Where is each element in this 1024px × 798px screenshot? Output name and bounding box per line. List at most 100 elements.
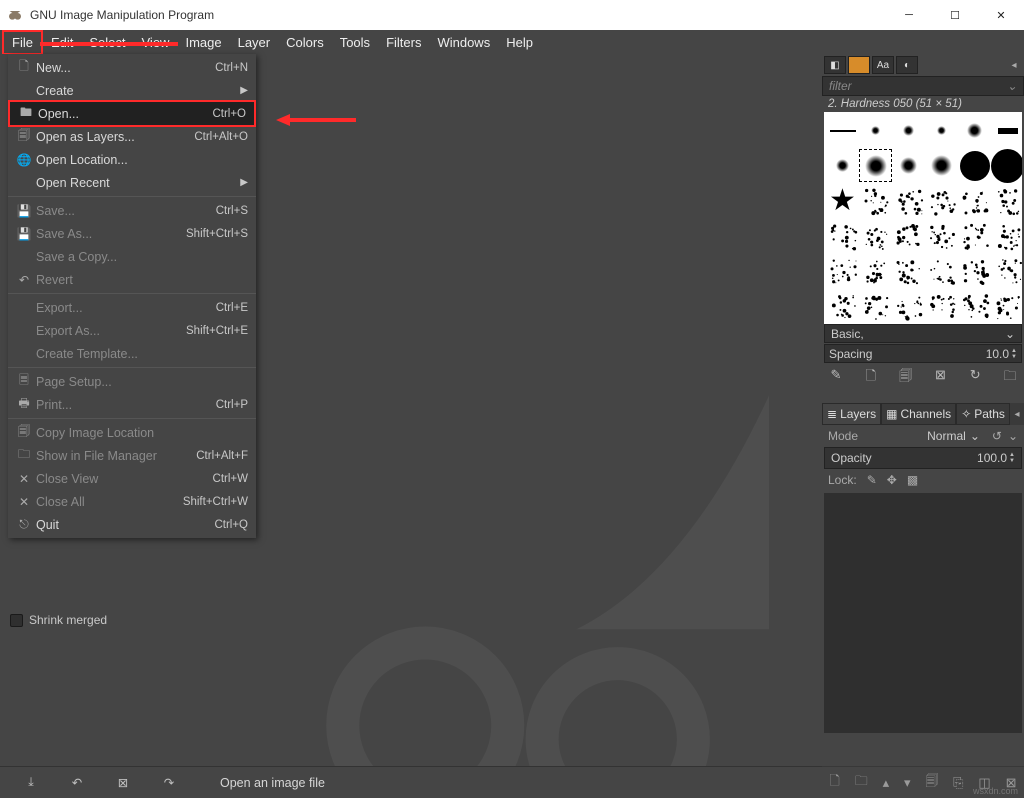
- menu-item-export-as[interactable]: Export As...Shift+Ctrl+E: [8, 319, 256, 342]
- brush-thumbnail[interactable]: [826, 114, 859, 147]
- new-layer-icon[interactable]: 🗋: [829, 772, 839, 794]
- brush-thumbnail[interactable]: [859, 254, 892, 287]
- menu-filters[interactable]: Filters: [378, 32, 429, 53]
- lock-alpha-icon[interactable]: ▩: [907, 473, 918, 487]
- menu-item-open[interactable]: 🖿Open...Ctrl+O: [8, 100, 256, 127]
- raise-layer-icon[interactable]: ▴: [883, 775, 890, 791]
- menu-item-save[interactable]: 💾Save...Ctrl+S: [8, 199, 256, 222]
- brush-thumbnail[interactable]: [859, 289, 892, 322]
- undo-icon[interactable]: ↶: [66, 772, 88, 794]
- menu-item-open-recent[interactable]: Open Recent▶: [8, 171, 256, 194]
- tab-patterns-icon[interactable]: [848, 56, 870, 74]
- menu-item-revert[interactable]: ↶Revert: [8, 268, 256, 291]
- spacing-stepper[interactable]: ▲▼: [1011, 348, 1017, 360]
- menu-file[interactable]: File: [2, 30, 43, 55]
- new-brush-icon[interactable]: 🗋: [863, 367, 879, 389]
- brush-preset-select[interactable]: Basic, ⌄: [824, 324, 1022, 343]
- menu-item-export[interactable]: Export...Ctrl+E: [8, 296, 256, 319]
- brush-thumbnail[interactable]: [925, 114, 958, 147]
- brush-thumbnail[interactable]: [892, 289, 925, 322]
- tab-channels[interactable]: ▦Channels: [881, 403, 956, 425]
- layers-list[interactable]: [824, 493, 1022, 733]
- brush-thumbnail[interactable]: [991, 149, 1022, 182]
- close-button[interactable]: ✕: [978, 0, 1024, 30]
- menu-layer[interactable]: Layer: [230, 32, 279, 53]
- chevron-down-icon[interactable]: ⌄: [1008, 429, 1018, 443]
- shrink-merged-checkbox[interactable]: [10, 614, 23, 627]
- lock-pixels-icon[interactable]: ✎: [867, 473, 877, 487]
- menu-item-close-view[interactable]: ✕Close ViewCtrl+W: [8, 467, 256, 490]
- mode-select[interactable]: Normal⌄: [927, 429, 980, 443]
- redo-icon[interactable]: ↷: [158, 772, 180, 794]
- brush-thumbnail[interactable]: [958, 149, 991, 182]
- brush-thumbnail[interactable]: [826, 254, 859, 287]
- menu-tools[interactable]: Tools: [332, 32, 378, 53]
- spacing-control[interactable]: Spacing 10.0▲▼: [824, 344, 1022, 363]
- brush-thumbnail[interactable]: [892, 254, 925, 287]
- mode-reset-icon[interactable]: ↺: [992, 429, 1002, 443]
- tab-history-icon[interactable]: ◐: [896, 56, 918, 74]
- menu-item-save-as[interactable]: 💾Save As...Shift+Ctrl+S: [8, 222, 256, 245]
- menu-windows[interactable]: Windows: [429, 32, 498, 53]
- delete-icon[interactable]: ⊠: [112, 772, 134, 794]
- brush-thumbnail[interactable]: [991, 289, 1022, 322]
- brush-thumbnail[interactable]: [859, 219, 892, 252]
- menu-item-print[interactable]: 🖶Print...Ctrl+P: [8, 393, 256, 416]
- menu-item-page-setup[interactable]: 🗏Page Setup...: [8, 370, 256, 393]
- brush-thumbnail[interactable]: [925, 184, 958, 217]
- menu-item-quit[interactable]: ⎋QuitCtrl+Q: [8, 513, 256, 536]
- brush-thumbnail[interactable]: [826, 149, 859, 182]
- brush-thumbnail[interactable]: [958, 219, 991, 252]
- brush-thumbnail[interactable]: [859, 184, 892, 217]
- brush-thumbnail[interactable]: [859, 149, 892, 182]
- brush-thumbnail[interactable]: [925, 254, 958, 287]
- brush-thumbnail[interactable]: [859, 114, 892, 147]
- menu-item-close-all[interactable]: ✕Close AllShift+Ctrl+W: [8, 490, 256, 513]
- menu-item-open-location[interactable]: 🌐Open Location...: [8, 148, 256, 171]
- menu-help[interactable]: Help: [498, 32, 541, 53]
- menu-colors[interactable]: Colors: [278, 32, 332, 53]
- menu-item-copy-image-location[interactable]: 🗐Copy Image Location: [8, 421, 256, 444]
- brush-thumbnail[interactable]: [892, 114, 925, 147]
- duplicate-layer-icon[interactable]: 🗐: [925, 772, 938, 794]
- refresh-brush-icon[interactable]: ↻: [967, 367, 983, 389]
- brush-thumbnail[interactable]: [826, 289, 859, 322]
- edit-brush-icon[interactable]: ✎: [828, 367, 844, 389]
- duplicate-brush-icon[interactable]: 🗐: [898, 367, 914, 389]
- open-brush-folder-icon[interactable]: 🗀: [1002, 367, 1018, 389]
- brush-thumbnail[interactable]: [925, 149, 958, 182]
- filter-input[interactable]: filter ⌄: [822, 76, 1024, 96]
- lock-position-icon[interactable]: ✥: [887, 473, 897, 487]
- brush-thumbnail[interactable]: [925, 219, 958, 252]
- new-group-icon[interactable]: 🗀: [855, 772, 868, 794]
- brush-thumbnail[interactable]: [892, 149, 925, 182]
- maximize-button[interactable]: ☐: [932, 0, 978, 30]
- tab-paths[interactable]: ✧Paths: [956, 403, 1010, 425]
- menu-item-create-template[interactable]: Create Template...: [8, 342, 256, 365]
- brush-thumbnail[interactable]: [892, 219, 925, 252]
- tab-layers[interactable]: ≣Layers: [822, 403, 881, 425]
- brush-thumbnail[interactable]: [991, 219, 1022, 252]
- brush-grid[interactable]: ★: [824, 112, 1022, 324]
- menu-item-save-a-copy[interactable]: Save a Copy...: [8, 245, 256, 268]
- brush-thumbnail[interactable]: ★: [826, 184, 859, 217]
- lower-layer-icon[interactable]: ▾: [904, 775, 911, 791]
- bottom-icon-1[interactable]: ⤓: [20, 772, 42, 794]
- menu-item-create[interactable]: Create▶: [8, 79, 256, 102]
- brush-thumbnail[interactable]: [991, 114, 1022, 147]
- brush-thumbnail[interactable]: [826, 219, 859, 252]
- brush-thumbnail[interactable]: [991, 184, 1022, 217]
- brush-thumbnail[interactable]: [925, 289, 958, 322]
- delete-brush-icon[interactable]: ⊠: [932, 367, 948, 389]
- brush-thumbnail[interactable]: [991, 254, 1022, 287]
- minimize-button[interactable]: ─: [886, 0, 932, 30]
- brush-thumbnail[interactable]: [958, 289, 991, 322]
- shrink-merged-option[interactable]: Shrink merged: [10, 613, 107, 627]
- menu-item-new[interactable]: 🗋New...Ctrl+N: [8, 56, 256, 79]
- menu-image[interactable]: Image: [177, 32, 229, 53]
- brush-thumbnail[interactable]: [958, 114, 991, 147]
- brush-thumbnail[interactable]: [958, 254, 991, 287]
- configure-layers-tab-icon[interactable]: ◂: [1010, 409, 1024, 420]
- configure-tab-icon[interactable]: ◂: [1006, 60, 1022, 71]
- menu-item-open-as-layers[interactable]: 🗐Open as Layers...Ctrl+Alt+O: [8, 125, 256, 148]
